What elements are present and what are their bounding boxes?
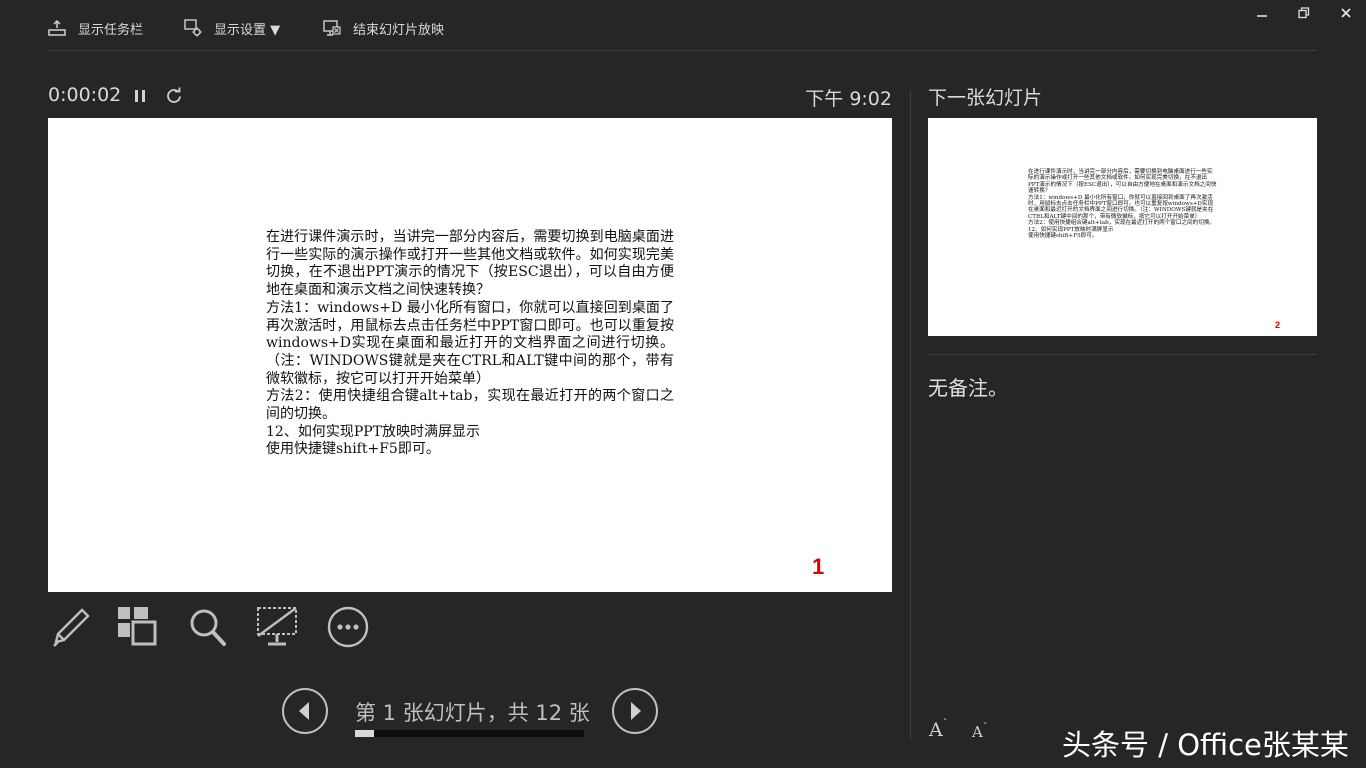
end-slideshow-button[interactable]: 结束幻灯片放映	[323, 16, 444, 40]
current-clock: 下午 9:02	[805, 88, 892, 110]
thumbnail-paragraph: 在进行课件演示时，当讲完一部分内容后，需要切换到电脑桌面进行一些实际的演示操作或…	[1028, 169, 1217, 195]
next-slide-button[interactable]	[612, 688, 658, 734]
pause-icon	[135, 90, 145, 102]
next-slide-thumbnail[interactable]: 在进行课件演示时，当讲完一部分内容后，需要切换到电脑桌面进行一些实际的演示操作或…	[928, 118, 1317, 336]
display-settings-button[interactable]: 显示设置 ▼	[184, 16, 280, 40]
see-all-slides-icon	[118, 607, 157, 646]
slide-progress-fill	[355, 730, 374, 737]
watermark-text: 头条号 / Office张某某	[1062, 728, 1349, 762]
pen-icon	[53, 608, 90, 647]
speaker-notes[interactable]: 无备注。	[928, 372, 1008, 401]
minimize-button[interactable]	[1252, 6, 1272, 24]
thumbnail-slide-number: 2	[1275, 320, 1281, 330]
restore-icon	[1298, 7, 1310, 19]
close-button[interactable]	[1336, 6, 1356, 24]
slide-progress-bar	[355, 730, 584, 737]
black-screen-icon	[257, 607, 297, 646]
restart-timer-button[interactable]	[165, 87, 183, 109]
see-all-slides-button[interactable]	[115, 604, 159, 650]
show-taskbar-button[interactable]: 显示任务栏	[48, 16, 143, 40]
slide-paragraph: 12、如何实现PPT放映时满屏显示	[266, 423, 480, 440]
slide-paragraph: 方法1：windows+D 最小化所有窗口，你就可以直接回到桌面了再次激活时，用…	[266, 299, 674, 387]
minimize-icon	[1257, 15, 1267, 17]
black-screen-button[interactable]	[254, 604, 298, 650]
decrease-font-label: A	[972, 723, 983, 741]
thumbnail-paragraph: 方法1：windows+D 最小化所有窗口，你就可以直接回到桌面了再次激活时，用…	[1028, 194, 1214, 220]
thumbnail-text: 在进行课件演示时，当讲完一部分内容后，需要切换到电脑桌面进行一些实际的演示操作或…	[1028, 169, 1218, 239]
increase-font-label: A	[929, 719, 943, 741]
end-slideshow-icon	[323, 19, 341, 37]
decrease-notes-font-button[interactable]: Aˇ	[972, 723, 987, 741]
thumbnail-paragraph: 方法2：使用快捷组合键alt+tab，实现在最近打开的两个窗口之间的切换。	[1028, 220, 1216, 227]
zoom-icon	[190, 609, 226, 646]
elapsed-timer: 0:00:02	[48, 84, 122, 106]
slide-counter[interactable]: 第 1 张幻灯片，共 12 张	[355, 697, 590, 727]
display-settings-label: 显示设置 ▼	[214, 22, 281, 38]
thumbnail-paragraph: 使用快捷键shift+F5即可。	[1028, 233, 1098, 240]
down-caret-icon: ˇ	[982, 723, 988, 733]
vertical-divider	[910, 90, 911, 740]
restore-button[interactable]	[1294, 6, 1314, 24]
more-options-button[interactable]	[326, 604, 370, 650]
slide-number: 1	[812, 554, 825, 579]
up-caret-icon: ˆ	[942, 719, 948, 729]
restart-icon	[167, 87, 181, 103]
slide-paragraph: 在进行课件演示时，当讲完一部分内容后，需要切换到电脑桌面进行一些实际的演示操作或…	[266, 229, 674, 299]
slide-paragraph: 使用快捷键shift+F5即可。	[266, 441, 440, 458]
next-slide-title: 下一张幻灯片	[928, 87, 1043, 109]
pause-timer-button[interactable]	[132, 88, 148, 108]
close-icon	[1341, 8, 1351, 18]
pen-tool-button[interactable]	[48, 604, 92, 650]
slide-paragraph: 方法2：使用快捷组合键alt+tab，实现在最近打开的两个窗口之间的切换。	[266, 388, 674, 423]
taskbar-icon	[48, 20, 66, 36]
next-arrow-icon	[631, 702, 641, 720]
previous-arrow-icon	[299, 702, 309, 720]
slide-body-text: 在进行课件演示时，当讲完一部分内容后，需要切换到电脑桌面进行一些实际的演示操作或…	[266, 229, 674, 459]
top-divider	[48, 50, 1317, 51]
zoom-button[interactable]	[186, 604, 230, 650]
end-slideshow-label: 结束幻灯片放映	[353, 22, 445, 38]
show-taskbar-label: 显示任务栏	[78, 22, 144, 38]
more-options-icon	[327, 606, 369, 648]
previous-slide-button[interactable]	[282, 688, 328, 734]
notes-divider	[928, 354, 1317, 355]
increase-notes-font-button[interactable]: Aˆ	[929, 719, 947, 741]
display-settings-icon	[184, 19, 202, 37]
current-slide: 在进行课件演示时，当讲完一部分内容后，需要切换到电脑桌面进行一些实际的演示操作或…	[48, 118, 892, 592]
